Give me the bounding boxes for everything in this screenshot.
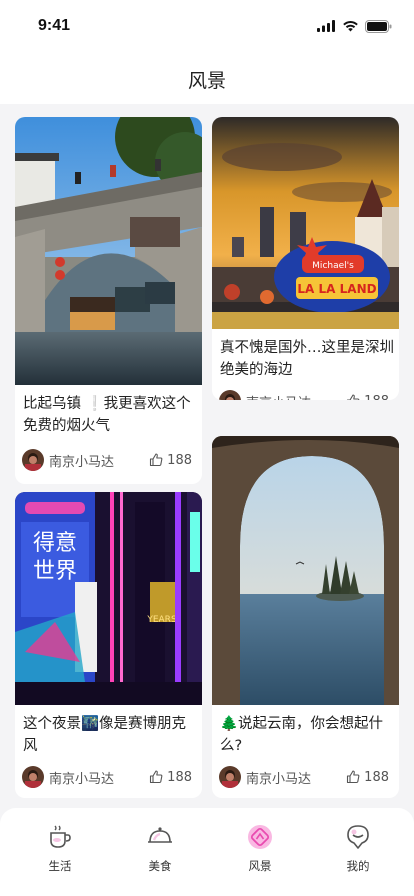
card-meta: 南京小马达 188 <box>219 389 389 400</box>
battery-icon <box>365 19 392 33</box>
card-image-lake-archway[interactable] <box>212 436 399 705</box>
thumbs-up-icon <box>150 453 163 467</box>
status-time: 9:41 <box>38 17 71 34</box>
avatar[interactable] <box>22 449 44 471</box>
wifi-icon <box>343 21 358 32</box>
sign-text: 世界 <box>33 559 77 584</box>
nav-bar: 风景 <box>0 52 414 104</box>
like-button[interactable]: 188 <box>346 394 389 401</box>
avatar[interactable] <box>22 766 44 788</box>
like-button[interactable]: 188 <box>149 770 192 785</box>
thumbs-up-icon <box>347 770 360 784</box>
like-count: 188 <box>364 394 389 401</box>
feed-card[interactable]: 得意 世界 YEARS 这个夜景🌃像是赛博朋克风 南京小马达 188 <box>15 492 202 798</box>
feed-card[interactable]: 比起乌镇 ❕我更喜欢这个免费的烟火气 南京小马达 188 <box>15 117 202 484</box>
card-image-bridge[interactable] <box>15 117 202 385</box>
tab-life[interactable]: 生活 <box>10 822 110 882</box>
tab-scenery[interactable]: 风景 <box>210 822 310 882</box>
avatar[interactable] <box>219 390 241 400</box>
food-cloche-icon <box>148 827 172 843</box>
sign-text: Michael's <box>312 261 354 271</box>
author-name[interactable]: 南京小马达 <box>49 451 149 470</box>
author-name[interactable]: 南京小马达 <box>246 768 346 787</box>
page-title: 风景 <box>187 70 226 92</box>
sign-text: LA LA LAND <box>297 282 376 296</box>
tab-profile[interactable]: 我的 <box>308 822 408 882</box>
signal-icon <box>317 20 335 32</box>
like-button[interactable]: 188 <box>149 453 192 468</box>
feed[interactable]: 比起乌镇 ❕我更喜欢这个免费的烟火气 南京小马达 188 Michael's L… <box>0 104 414 808</box>
like-count: 188 <box>364 769 389 785</box>
avatar[interactable] <box>219 766 241 788</box>
author-name[interactable]: 南京小马达 <box>49 768 149 787</box>
landscape-icon <box>248 825 272 849</box>
like-count: 188 <box>167 452 192 468</box>
tab-label: 生活 <box>48 859 72 873</box>
tab-label: 我的 <box>346 859 370 873</box>
card-title[interactable]: 这个夜景🌃像是赛博朋克风 <box>23 713 197 757</box>
card-title[interactable]: 🌲说起云南，你会想起什么? <box>220 713 394 757</box>
card-title[interactable]: 比起乌镇 ❕我更喜欢这个免费的烟火气 <box>23 393 197 437</box>
like-button[interactable]: 188 <box>346 770 389 785</box>
tab-label: 美食 <box>148 859 172 873</box>
card-meta: 南京小马达 188 <box>22 765 192 789</box>
card-meta: 南京小马达 188 <box>22 448 192 472</box>
card-image-seaside[interactable]: Michael's LA LA LAND <box>212 117 399 329</box>
status-bar: 9:41 <box>0 0 414 52</box>
card-meta: 南京小马达 188 <box>219 765 389 789</box>
like-count: 188 <box>167 769 192 785</box>
profile-icon <box>347 825 369 849</box>
sign-text: YEARS <box>146 615 177 625</box>
tab-label: 风景 <box>248 859 272 873</box>
card-image-neon-street[interactable]: 得意 世界 YEARS <box>15 492 202 705</box>
feed-card[interactable]: Michael's LA LA LAND 真不愧是国外…这里是深圳绝美的海边 南… <box>212 117 399 400</box>
feed-card[interactable]: 🌲说起云南，你会想起什么? 南京小马达 188 <box>212 436 399 798</box>
tab-food[interactable]: 美食 <box>110 822 210 882</box>
coffee-cup-icon <box>50 825 71 848</box>
thumbs-up-icon <box>150 770 163 784</box>
author-name[interactable]: 南京小马达 <box>246 392 346 401</box>
thumbs-up-icon <box>347 394 360 400</box>
sign-text: 得意 <box>33 531 77 556</box>
card-title[interactable]: 真不愧是国外…这里是深圳绝美的海边 <box>220 337 394 381</box>
tab-bar: 生活 美食 风景 我的 <box>0 808 414 896</box>
